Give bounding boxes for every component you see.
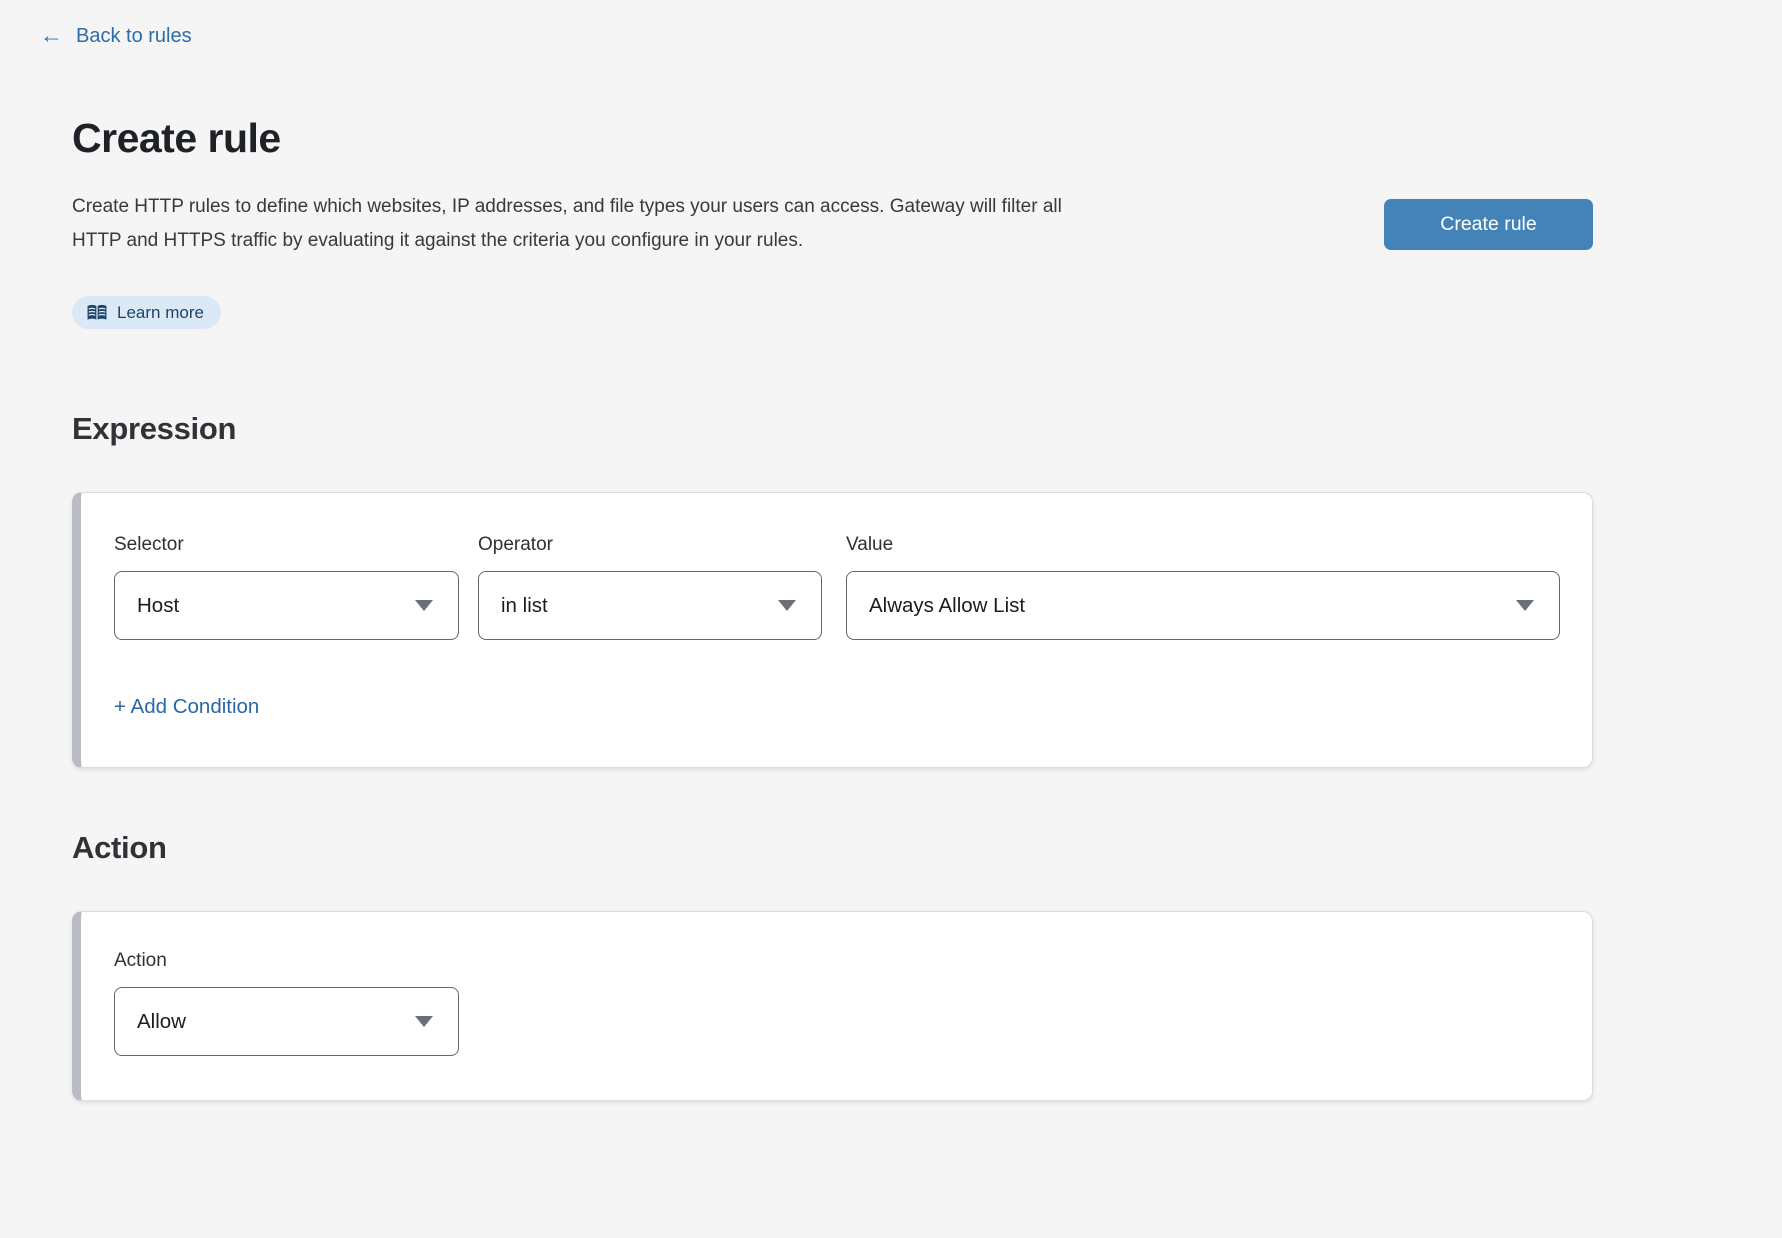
back-to-rules-link[interactable]: ← Back to rules: [40, 25, 192, 48]
value-field: Value Always Allow List: [846, 534, 1560, 640]
learn-more-label: Learn more: [117, 303, 204, 323]
book-icon: [86, 304, 108, 322]
value-label: Value: [846, 534, 1560, 556]
action-dropdown[interactable]: Allow: [114, 987, 459, 1056]
back-arrow-icon: ←: [40, 24, 63, 47]
dropdown-arrow-icon: [415, 600, 433, 611]
selector-dropdown-value: Host: [137, 594, 179, 618]
selector-dropdown[interactable]: Host: [114, 571, 459, 640]
action-dropdown-value: Allow: [137, 1010, 186, 1034]
operator-dropdown[interactable]: in list: [478, 571, 822, 640]
header-row: Create HTTP rules to define which websit…: [72, 162, 1593, 258]
expression-fields-row: Selector Host Operator in list Value Alw…: [114, 534, 1560, 640]
value-dropdown-value: Always Allow List: [869, 594, 1025, 618]
dropdown-arrow-icon: [778, 600, 796, 611]
selector-label: Selector: [114, 534, 459, 556]
learn-more-badge[interactable]: Learn more: [72, 296, 221, 329]
dropdown-arrow-icon: [1516, 600, 1534, 611]
expression-card: Selector Host Operator in list Value Alw…: [72, 492, 1593, 768]
value-dropdown[interactable]: Always Allow List: [846, 571, 1560, 640]
create-rule-button[interactable]: Create rule: [1384, 199, 1593, 250]
operator-label: Operator: [478, 534, 822, 556]
add-condition-link[interactable]: + Add Condition: [114, 695, 259, 719]
dropdown-arrow-icon: [415, 1016, 433, 1027]
page-description: Create HTTP rules to define which websit…: [72, 190, 1082, 258]
operator-dropdown-value: in list: [501, 594, 548, 618]
page-title: Create rule: [72, 115, 1593, 162]
create-rule-page: ← Back to rules Create rule Create HTTP …: [0, 0, 1782, 1238]
selector-field: Selector Host: [114, 534, 459, 640]
back-link-label: Back to rules: [76, 25, 192, 48]
action-label: Action: [114, 950, 1560, 972]
expression-heading: Expression: [72, 411, 1593, 447]
action-card: Action Allow: [72, 911, 1593, 1101]
action-heading: Action: [72, 830, 1593, 866]
operator-field: Operator in list: [478, 534, 822, 640]
